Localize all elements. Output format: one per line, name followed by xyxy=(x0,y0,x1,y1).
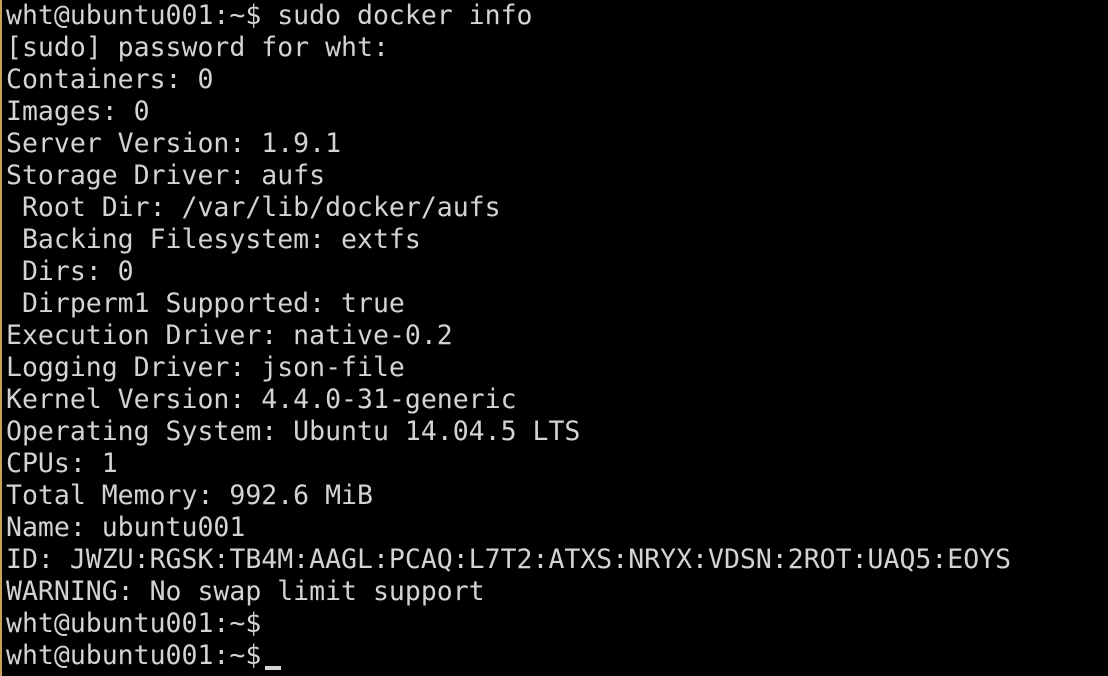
output-server-version: Server Version: 1.9.1 xyxy=(6,128,342,159)
output-operating-system: Operating System: Ubuntu 14.04.5 LTS xyxy=(6,416,581,447)
output-name: Name: ubuntu001 xyxy=(6,512,246,543)
output-logging-driver: Logging Driver: json-file xyxy=(6,352,405,383)
output-dirperm1: Dirperm1 Supported: true xyxy=(6,288,405,319)
output-containers: Containers: 0 xyxy=(6,64,214,95)
output-storage-driver: Storage Driver: aufs xyxy=(6,160,326,191)
output-execution-driver: Execution Driver: native-0.2 xyxy=(6,320,453,351)
output-warning: WARNING: No swap limit support xyxy=(6,576,485,607)
output-images: Images: 0 xyxy=(6,96,150,127)
terminal-window[interactable]: wht@ubuntu001:~$ sudo docker info [sudo]… xyxy=(0,0,1108,676)
command-prompt-line: wht@ubuntu001:~$ sudo docker info xyxy=(6,0,533,31)
output-root-dir: Root Dir: /var/lib/docker/aufs xyxy=(6,192,501,223)
output-total-memory: Total Memory: 992.6 MiB xyxy=(6,480,373,511)
output-kernel-version: Kernel Version: 4.4.0-31-generic xyxy=(6,384,517,415)
active-prompt-text: wht@ubuntu001:~$ xyxy=(6,640,262,671)
output-backing-filesystem: Backing Filesystem: extfs xyxy=(6,224,421,255)
active-prompt-line[interactable]: wht@ubuntu001:~$ xyxy=(6,640,1108,672)
output-dirs: Dirs: 0 xyxy=(6,256,134,287)
output-id: ID: JWZU:RGSK:TB4M:AAGL:PCAQ:L7T2:ATXS:N… xyxy=(6,544,1012,575)
text-cursor xyxy=(265,666,282,670)
sudo-password-prompt: [sudo] password for wht: xyxy=(6,32,389,63)
output-cpus: CPUs: 1 xyxy=(6,448,118,479)
shell-prompt-line: wht@ubuntu001:~$ xyxy=(6,608,262,639)
